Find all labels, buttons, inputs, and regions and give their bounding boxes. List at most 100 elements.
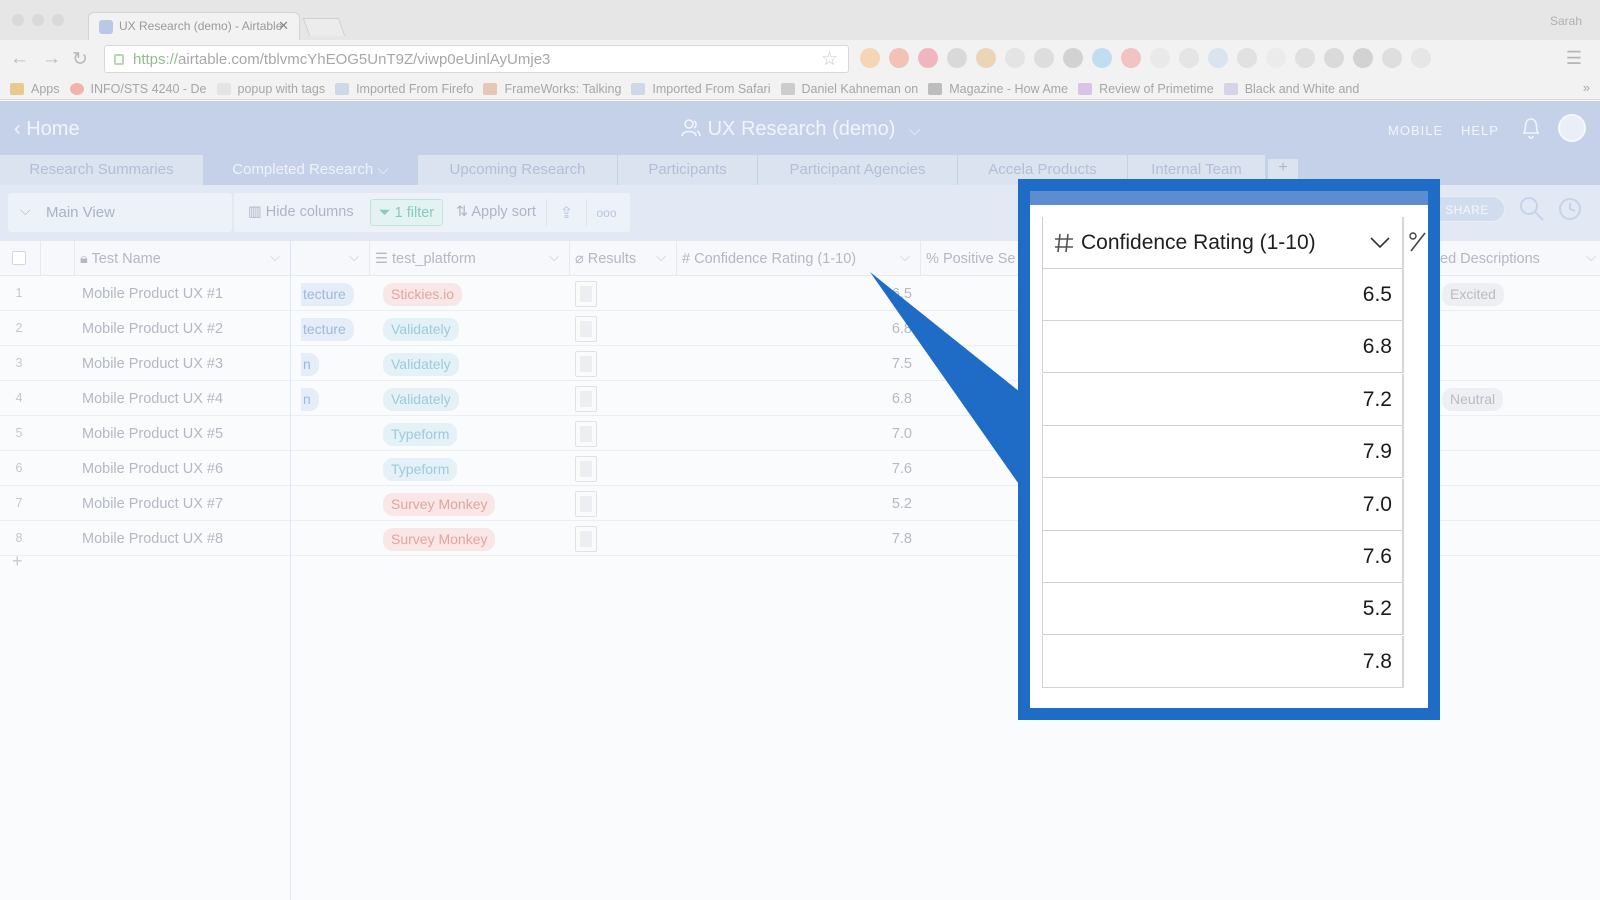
test-name-cell[interactable]: Mobile Product UX #2 — [72, 311, 288, 346]
test-name-cell[interactable]: Mobile Product UX #1 — [72, 276, 288, 311]
browser-tab[interactable]: UX Research (demo) - Airtable ✕ — [88, 12, 300, 40]
method-cell[interactable] — [291, 451, 369, 486]
extension-icon[interactable] — [1179, 48, 1199, 68]
bookmark-item[interactable]: Apps — [10, 82, 60, 96]
tab-participants[interactable]: Participants — [618, 155, 758, 185]
column-header-positive[interactable]: % Positive Se — [920, 241, 1020, 276]
attachment-thumbnail[interactable] — [575, 281, 597, 307]
test-name-cell[interactable]: Mobile Product UX #4 — [72, 381, 288, 416]
back-arrow-icon[interactable]: ← — [10, 48, 29, 70]
share-button[interactable]: SHARE — [1429, 196, 1505, 222]
minimize-window-button[interactable] — [32, 14, 44, 26]
dropbox-icon[interactable] — [1208, 48, 1228, 68]
help-link[interactable]: HELP — [1461, 123, 1499, 138]
bookmarks-overflow-icon[interactable]: » — [1583, 80, 1590, 95]
test-platform-cell[interactable]: Typeform — [369, 416, 569, 451]
address-bar[interactable]: https://airtable.com/tblvmcYhEOG5UnT9Z/v… — [104, 45, 849, 73]
test-platform-cell[interactable]: Typeform — [369, 451, 569, 486]
bookmark-item[interactable]: FrameWorks: Talking — [483, 82, 621, 96]
method-cell[interactable] — [291, 416, 369, 451]
test-platform-cell[interactable]: Survey Monkey — [369, 486, 569, 521]
color-picker-icon[interactable] — [976, 48, 996, 68]
description-cell[interactable]: Neutral — [1434, 381, 1600, 416]
base-title[interactable]: UX Research (demo) ⌵ — [0, 118, 1600, 141]
frozen-column-divider[interactable] — [290, 241, 291, 900]
test-platform-cell[interactable]: Validately — [369, 311, 569, 346]
hide-columns-button[interactable]: ▥ Hide columns — [248, 204, 354, 220]
chevron-down-icon[interactable]: ⌵ — [656, 249, 666, 265]
history-icon[interactable] — [1556, 195, 1584, 223]
maximize-window-button[interactable] — [52, 14, 64, 26]
chevron-down-icon[interactable]: ⌵ — [549, 249, 559, 265]
reload-icon[interactable]: ↻ — [72, 48, 88, 71]
method-cell[interactable] — [291, 486, 369, 521]
attachment-thumbnail[interactable] — [575, 421, 597, 447]
adblock-icon[interactable] — [1121, 48, 1141, 68]
cast-icon[interactable] — [1034, 48, 1054, 68]
extension-icon[interactable] — [1353, 48, 1373, 68]
tab-upcoming-research[interactable]: Upcoming Research — [418, 155, 618, 185]
extension-icon[interactable] — [1092, 48, 1112, 68]
tab-participant-agencies[interactable]: Participant Agencies — [758, 155, 958, 185]
more-options-icon[interactable]: ooo — [586, 199, 626, 226]
test-name-cell[interactable]: Mobile Product UX #6 — [72, 451, 288, 486]
confidence-rating-cell[interactable]: 7.5 — [852, 356, 912, 372]
column-header-results[interactable]: ⌀ Results ⌵ — [569, 241, 676, 276]
test-name-cell[interactable]: Mobile Product UX #3 — [72, 346, 288, 381]
attachment-thumbnail[interactable] — [575, 491, 597, 517]
notification-bell-icon[interactable] — [1520, 116, 1542, 140]
attachment-thumbnail[interactable] — [575, 456, 597, 482]
extension-icon[interactable] — [1266, 48, 1286, 68]
test-platform-cell[interactable]: Survey Monkey — [369, 521, 569, 556]
extension-icon[interactable] — [889, 48, 909, 68]
bookmark-item[interactable]: INFO/STS 4240 - De — [69, 82, 207, 96]
extension-icon[interactable] — [1005, 48, 1025, 68]
user-avatar[interactable] — [1558, 114, 1586, 142]
method-cell[interactable]: n — [291, 346, 369, 381]
test-name-cell[interactable]: Mobile Product UX #7 — [72, 486, 288, 521]
test-platform-cell[interactable]: Validately — [369, 346, 569, 381]
export-share-icon[interactable]: ⇪ — [546, 199, 586, 226]
confidence-rating-cell[interactable]: 5.2 — [852, 496, 912, 512]
confidence-rating-cell[interactable]: 7.6 — [852, 461, 912, 477]
browser-profile-name[interactable]: Sarah — [1550, 14, 1582, 28]
column-header-descriptions[interactable]: ed Descriptions ⌵ — [1434, 241, 1600, 276]
column-header-method[interactable]: ⌵ — [291, 241, 369, 276]
extension-icon[interactable] — [860, 48, 880, 68]
select-all-checkbox[interactable] — [12, 251, 26, 265]
test-name-cell[interactable]: Mobile Product UX #8 — [72, 521, 288, 556]
close-window-button[interactable] — [12, 14, 24, 26]
column-header-confidence-rating[interactable]: # Confidence Rating (1-10) ⌵ — [676, 241, 920, 276]
tab-research-summaries[interactable]: Research Summaries — [0, 155, 204, 185]
bookmark-item[interactable]: Imported From Firefo — [335, 82, 473, 96]
method-cell[interactable] — [291, 521, 369, 556]
method-cell[interactable]: tecture — [291, 276, 369, 311]
bookmark-star-icon[interactable]: ☆ — [821, 48, 838, 71]
apply-sort-button[interactable]: ⇅ Apply sort — [456, 204, 536, 220]
extension-icon[interactable] — [947, 48, 967, 68]
confidence-rating-cell[interactable]: 7.8 — [852, 531, 912, 547]
confidence-rating-cell[interactable]: 6.8 — [852, 391, 912, 407]
chevron-down-icon[interactable]: ⌵ — [349, 249, 359, 265]
description-cell[interactable]: Excited — [1434, 276, 1600, 311]
bookmark-item[interactable]: Daniel Kahneman on — [780, 82, 918, 96]
column-header-test-name[interactable]: 🔒︎ Test Name ⌵ — [74, 241, 290, 276]
forward-arrow-icon[interactable]: → — [42, 48, 61, 70]
bookmark-item[interactable]: Black and White and — [1223, 82, 1359, 96]
column-header-test-platform[interactable]: ☰ test_platform ⌵ — [369, 241, 569, 276]
extension-icon[interactable] — [1295, 48, 1315, 68]
add-table-button[interactable]: + — [1268, 159, 1298, 181]
attachment-thumbnail[interactable] — [575, 526, 597, 552]
view-selector[interactable]: ⌵ Main View — [8, 193, 232, 232]
confidence-rating-cell[interactable]: 6.5 — [852, 286, 912, 302]
bookmark-item[interactable]: popup with tags — [216, 82, 325, 96]
add-row-button[interactable]: + — [12, 551, 23, 572]
extension-icon[interactable] — [1237, 48, 1257, 68]
test-platform-cell[interactable]: Stickies.io — [369, 276, 569, 311]
new-tab-button[interactable] — [302, 18, 346, 36]
method-cell[interactable]: n — [291, 381, 369, 416]
test-platform-cell[interactable]: Validately — [369, 381, 569, 416]
chevron-down-icon[interactable]: ⌵ — [377, 161, 388, 178]
extension-icon[interactable] — [1063, 48, 1083, 68]
search-icon[interactable] — [1518, 195, 1546, 223]
